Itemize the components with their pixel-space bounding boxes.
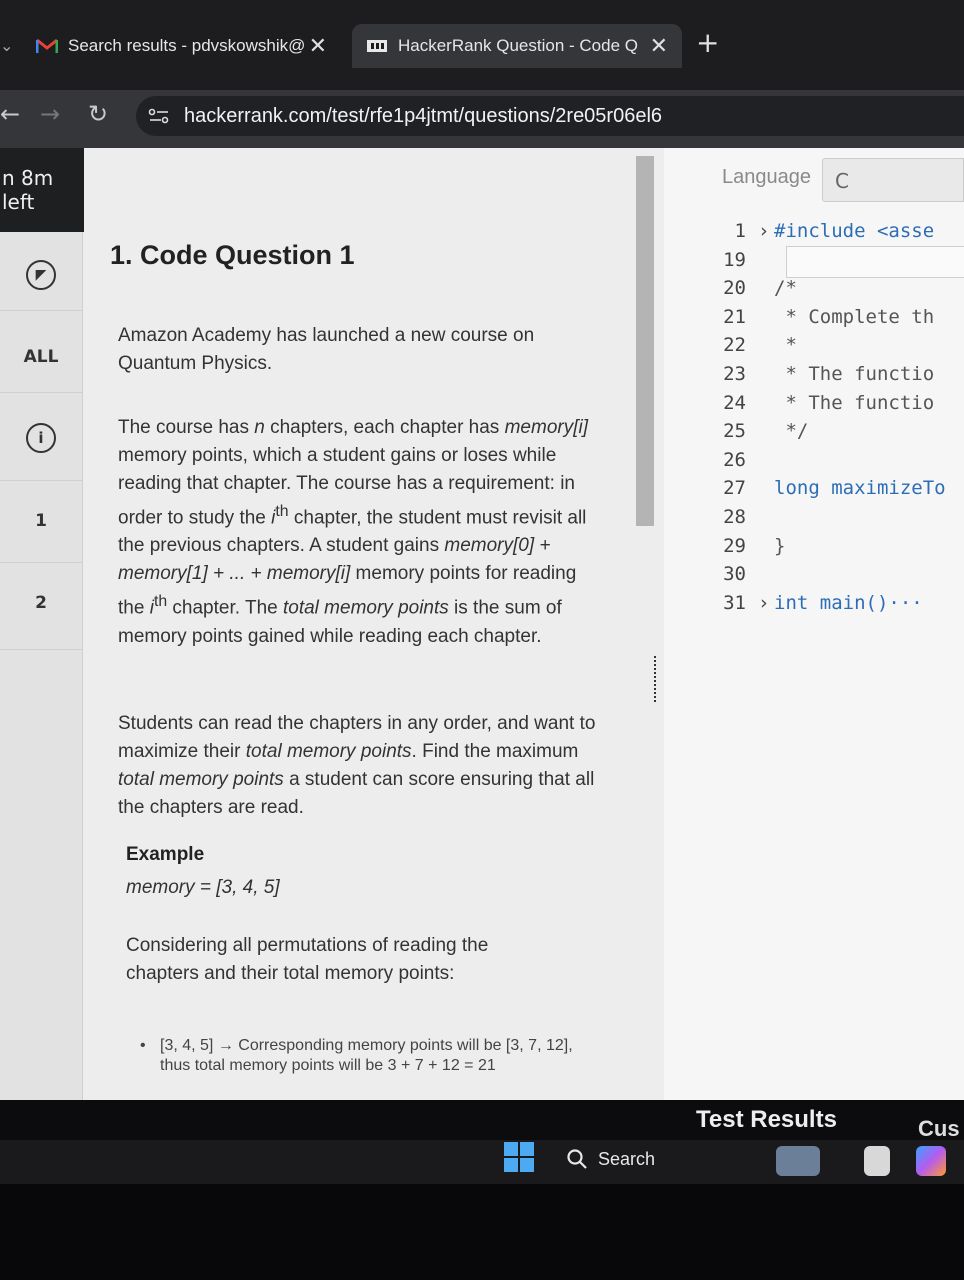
tab-test-results[interactable]: Test Results: [696, 1106, 837, 1134]
nav-item-flag[interactable]: ◤: [0, 260, 82, 290]
line-number: 21: [723, 305, 746, 328]
code-line[interactable]: 19: [664, 249, 964, 277]
code-text: * The functio: [774, 363, 935, 385]
line-number: 30: [723, 563, 746, 586]
code-line[interactable]: 31 › int main()···: [664, 592, 964, 620]
flag-icon: ◤: [26, 260, 56, 290]
code-line[interactable]: 22 *: [664, 334, 964, 362]
nav-item-info[interactable]: i: [0, 392, 82, 487]
copilot-icon[interactable]: [916, 1146, 946, 1176]
widgets-icon[interactable]: [776, 1146, 820, 1176]
url-field[interactable]: hackerrank.com/test/rfe1p4jtmt/questions…: [136, 96, 964, 136]
question-nav: ◤ ALL i 1 2: [0, 232, 83, 1100]
tab-bar: ⌄ Search results - pdvskowshik@ ✕ Hacker…: [0, 0, 964, 90]
close-icon[interactable]: ✕: [309, 33, 327, 59]
line-number: 25: [723, 420, 746, 443]
tab-custom-input[interactable]: Cus: [918, 1116, 960, 1142]
info-icon: i: [26, 423, 56, 453]
code-text: * The functio: [774, 391, 935, 414]
code-text: #include <asse: [774, 220, 935, 242]
question-scrollbar[interactable]: [636, 156, 654, 526]
code-text: */: [774, 420, 809, 443]
taskbar-search-label: Search: [598, 1148, 656, 1169]
code-text: *: [774, 334, 797, 357]
line-number: 23: [723, 363, 746, 385]
line-number: 29: [723, 534, 746, 557]
question-intro: Amazon Academy has launched a new course…: [118, 325, 535, 374]
code-line[interactable]: 21 * Complete th: [664, 306, 964, 334]
site-settings-icon[interactable]: [148, 108, 170, 124]
tab-hackerrank[interactable]: HackerRank Question - Code Q ✕: [352, 24, 682, 68]
question-title: 1. Code Question 1: [110, 240, 355, 270]
time-remaining: n 8m left: [0, 148, 84, 232]
question-goal: Students can read the chapters in any or…: [118, 713, 596, 818]
fold-chevron-icon[interactable]: ›: [758, 592, 769, 614]
example-heading: Example: [126, 844, 205, 865]
code-line[interactable]: 20 /*: [664, 277, 964, 305]
line-number: 26: [723, 448, 746, 471]
reload-icon[interactable]: ↻: [88, 100, 108, 128]
code-text: int main()···: [774, 591, 923, 614]
question-body: The course has n chapters, each chapter …: [118, 417, 588, 647]
nav-q2-label: 2: [35, 593, 47, 613]
hackerrank-page: n 8m left ◤ ALL i 1 2 1. Code Question 1…: [0, 148, 964, 1100]
line-number: 1: [734, 220, 746, 242]
forward-icon[interactable]: →: [40, 100, 60, 128]
tab-gmail[interactable]: Search results - pdvskowshik@ ✕: [0, 24, 345, 68]
code-line[interactable]: 27 long maximizeTo: [664, 477, 964, 505]
code-line[interactable]: 23 * The functio: [664, 363, 964, 391]
code-line[interactable]: 29}: [664, 535, 964, 563]
code-line[interactable]: 25 */: [664, 420, 964, 448]
code-line[interactable]: 28: [664, 506, 964, 534]
tab-label: Search results - pdvskowshik@: [68, 36, 306, 55]
line-number: 28: [723, 506, 746, 528]
example-memory: memory = [3, 4, 5]: [126, 877, 280, 898]
code-line[interactable]: 24 * The functio: [664, 392, 964, 420]
line-number: 19: [723, 248, 746, 271]
code-text: /*: [774, 277, 797, 300]
permutations-text: Considering all permutations of reading …: [126, 935, 489, 984]
url-text: hackerrank.com/test/rfe1p4jtmt/questions…: [184, 104, 663, 127]
task-view-icon[interactable]: [864, 1146, 890, 1176]
new-tab-button[interactable]: +: [696, 26, 719, 59]
nav-all-label: ALL: [23, 347, 59, 367]
windows-taskbar: Search: [0, 1140, 964, 1184]
gmail-icon: [36, 38, 58, 53]
code-text: * Complete th: [774, 305, 935, 328]
language-label: Language: [722, 166, 811, 188]
code-line[interactable]: 30: [664, 563, 964, 591]
close-icon[interactable]: ✕: [650, 33, 668, 59]
nav-item-question-1[interactable]: 1: [0, 480, 82, 567]
list-item: [3, 4, 5] → Corresponding memory points …: [140, 1036, 600, 1076]
line-number: 20: [723, 277, 746, 300]
nav-item-question-2[interactable]: 2: [0, 562, 82, 650]
line-number: 31: [723, 591, 746, 614]
taskbar-search[interactable]: Search: [566, 1148, 655, 1170]
results-bar: Test Results Cus: [664, 1100, 964, 1142]
windows-start-icon[interactable]: [504, 1142, 534, 1172]
bezel: [0, 1184, 964, 1280]
line-number: 24: [723, 391, 746, 414]
hackerrank-icon: [367, 40, 387, 52]
code-text: long maximizeTo: [774, 477, 946, 500]
tab-label: HackerRank Question - Code Q: [398, 36, 638, 55]
fold-chevron-icon[interactable]: ›: [758, 220, 769, 242]
line-number: 22: [723, 334, 746, 357]
code-line[interactable]: 1 › #include <asse: [664, 220, 964, 248]
code-text: }: [774, 534, 786, 557]
search-icon: [567, 1149, 587, 1169]
question-panel: 1. Code Question 1 Amazon Academy has la…: [108, 232, 648, 1100]
code-editor-pane: Language C 1 › #include <asse 19 20/* 21 * Co…: [664, 148, 964, 1100]
nav-q1-label: 1: [35, 511, 47, 531]
line-number: 27: [723, 477, 746, 500]
code-line[interactable]: 26: [664, 449, 964, 477]
back-icon[interactable]: ←: [0, 100, 20, 128]
language-select[interactable]: C: [822, 158, 964, 202]
